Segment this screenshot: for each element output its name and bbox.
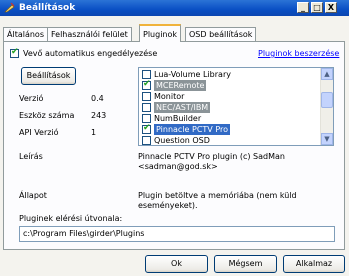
version-label: Verzió [19, 94, 44, 103]
maximize-button[interactable]: □ [311, 2, 323, 13]
list-item[interactable]: ✔ Pinnacle PCTV Pro [140, 123, 320, 135]
plugin-name: Question OSD [154, 136, 210, 145]
tab-osd-settings[interactable]: OSD beállítások [185, 27, 257, 41]
plugin-checkbox[interactable] [142, 114, 151, 123]
minimize-button[interactable]: _ [297, 2, 309, 13]
plugin-checkbox[interactable]: ✔ [142, 79, 151, 90]
api-version-value: 1 [91, 128, 97, 137]
state-label: Állapot [19, 191, 47, 200]
description-label: Leírás [19, 152, 43, 161]
checkmark-icon: ✔ [143, 79, 151, 89]
plugin-checkbox[interactable]: ✔ [142, 123, 151, 134]
tab-plugins[interactable]: Pluginok [139, 24, 182, 42]
list-item[interactable]: Lua-Volume Library [140, 69, 320, 80]
list-item[interactable]: Question OSD [140, 135, 320, 145]
window-title: Beállítások [19, 3, 76, 13]
plugin-name: NEC/AST/IBM [154, 102, 211, 113]
version-value: 0.4 [91, 94, 104, 103]
checkmark-icon: ✔ [11, 47, 19, 57]
scroll-up-icon[interactable]: ▲ [321, 68, 333, 80]
list-item[interactable]: ✔ MCERemote [140, 79, 320, 91]
get-plugins-link[interactable]: Pluginok beszerzése [258, 49, 339, 58]
list-item[interactable]: NEC/AST/IBM [140, 102, 320, 113]
description-value-line2: <sadman@god.sk> [138, 162, 218, 171]
auto-approve-checkbox[interactable]: ✔ [10, 47, 19, 58]
ok-button[interactable]: Ok [145, 255, 208, 273]
plugin-name: Monitor [154, 92, 185, 101]
state-value-line2: eseményeket). [138, 201, 198, 210]
close-button[interactable]: X [325, 2, 337, 13]
plugin-settings-button[interactable]: Beállítások [21, 67, 76, 85]
checkmark-icon: ✔ [143, 123, 151, 133]
plugin-name: MCERemote [154, 80, 207, 91]
plugin-checkbox[interactable] [142, 92, 151, 101]
plugin-checkbox[interactable] [142, 103, 151, 112]
tab-user-interface[interactable]: Felhasználói felület [47, 27, 132, 41]
device-count-label: Eszköz száma [19, 111, 75, 120]
plugin-list[interactable]: Lua-Volume Library ✔ MCERemote Monitor N… [138, 67, 334, 146]
list-item[interactable]: NumBuilder [140, 113, 320, 124]
plugin-name: NumBuilder [154, 114, 202, 123]
state-value-line1: Plugin betöltve a memóriába (nem küld [138, 191, 297, 200]
plugin-checkbox[interactable] [142, 70, 151, 79]
plugin-checkbox[interactable] [142, 136, 151, 145]
auto-approve-label: Vevő automatikus engedélyezése [23, 49, 158, 58]
apply-button[interactable]: Alkalmaz [283, 255, 345, 273]
description-value-line1: Pinnacle PCTV Pro plugin (c) SadMan [138, 152, 285, 161]
path-label: Pluginek elérési útvonala: [19, 214, 123, 223]
plugin-name: Pinnacle PCTV Pro [154, 124, 231, 135]
title-bar[interactable]: Beállítások _ □ X [0, 0, 349, 16]
list-scrollbar[interactable]: ▲ ▼ [320, 68, 333, 145]
app-icon [4, 2, 15, 13]
scroll-down-icon[interactable]: ▼ [321, 133, 333, 145]
scroll-thumb[interactable] [321, 92, 333, 108]
list-item[interactable]: Monitor [140, 91, 320, 102]
device-count-value: 243 [91, 111, 107, 120]
plugin-name: Lua-Volume Library [154, 70, 231, 79]
tab-general[interactable]: Általános [3, 27, 48, 41]
plugins-path-field[interactable]: c:\Program Files\girder\Plugins [19, 226, 335, 242]
api-version-label: API Verzió [19, 128, 59, 137]
cancel-button[interactable]: Mégsem [214, 255, 277, 273]
